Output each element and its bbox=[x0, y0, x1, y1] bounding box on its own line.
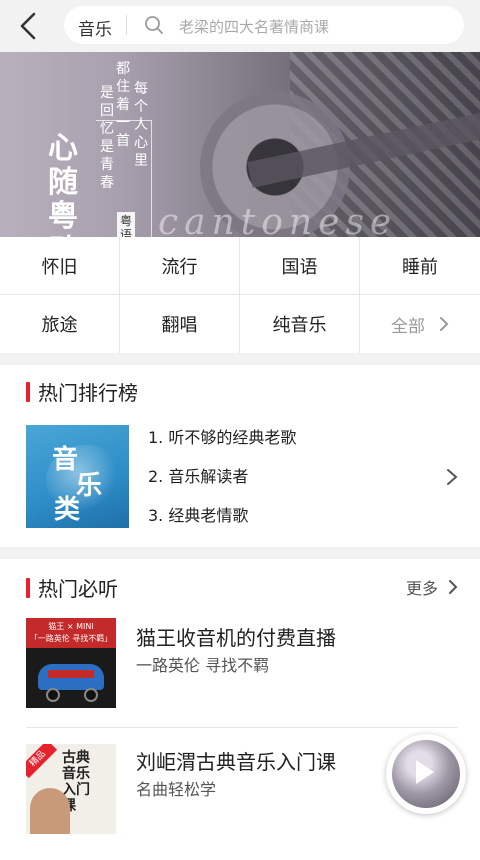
category-grid: 怀旧 流行 国语 睡前 旅途 翻唱 纯音乐 全部 bbox=[0, 237, 480, 353]
more-label: 更多 bbox=[405, 579, 438, 598]
search-separator bbox=[126, 15, 127, 35]
item-title: 猫王收音机的付费直播 bbox=[136, 626, 336, 650]
item-subtitle: 名曲轻松学 bbox=[136, 780, 217, 799]
section-accent-bar bbox=[26, 577, 30, 598]
category-item[interactable]: 翻唱 bbox=[120, 295, 240, 353]
category-label: 翻唱 bbox=[161, 315, 198, 336]
more-button[interactable]: 更多 bbox=[406, 575, 458, 599]
cover-car bbox=[38, 664, 104, 690]
category-item[interactable]: 怀旧 bbox=[0, 237, 120, 295]
category-label: 睡前 bbox=[402, 256, 438, 278]
divider bbox=[26, 727, 458, 728]
chevron-right-icon bbox=[449, 580, 458, 594]
banner-script-text: cantonese bbox=[158, 202, 398, 237]
cover-portrait bbox=[30, 788, 70, 834]
banner-title-char: 心 bbox=[48, 131, 78, 166]
category-label: 流行 bbox=[161, 256, 198, 278]
category-label: 国语 bbox=[281, 256, 318, 278]
category-label: 全部 bbox=[391, 316, 425, 337]
item-cover-image: 猫王 × MINI 「一路英伦 寻找不羁」 bbox=[26, 618, 116, 708]
section-gap bbox=[0, 353, 480, 365]
category-item[interactable]: 旅途 bbox=[0, 295, 120, 353]
chevron-right-icon[interactable] bbox=[446, 468, 458, 486]
section-gap bbox=[0, 547, 480, 559]
item-cover-image: 精品 古典音乐入门课 bbox=[26, 744, 116, 834]
banner-line-3: 是回忆是青春 bbox=[100, 85, 115, 191]
category-item[interactable]: 纯音乐 bbox=[240, 295, 360, 353]
category-item[interactable]: 流行 bbox=[120, 237, 240, 295]
cover-char: 音 bbox=[52, 445, 79, 475]
back-arrow-icon bbox=[20, 12, 36, 40]
ranking-item: 1. 听不够的经典老歌 bbox=[148, 428, 297, 447]
banner-title-char: 粤 bbox=[48, 199, 78, 234]
search-icon bbox=[145, 16, 163, 34]
ranking-section-header: 热门排行榜 bbox=[26, 377, 138, 406]
play-icon bbox=[416, 760, 434, 784]
cover-char: 类 bbox=[54, 495, 81, 525]
banner-line-1: 每个人心里 bbox=[134, 81, 149, 169]
ranking-item: 2. 音乐解读者 bbox=[148, 467, 249, 486]
category-label: 纯音乐 bbox=[272, 315, 327, 336]
banner-title-char: 随 bbox=[48, 165, 78, 200]
search-input[interactable]: 老梁的四大名著情商课 bbox=[179, 16, 329, 37]
banner-stamp: 粤语歌 bbox=[117, 212, 135, 237]
category-label: 怀旧 bbox=[41, 256, 78, 278]
section-title: 热门必听 bbox=[38, 577, 118, 601]
ranking-list[interactable]: 1. 听不够的经典老歌 2. 音乐解读者 3. 经典老情歌 bbox=[148, 425, 428, 542]
banner-line-2: 都住着一首 bbox=[116, 61, 131, 149]
banner-carousel[interactable]: 心 随 粤 动 每个人心里 都住着一首 是回忆是青春 粤语歌 cantonese… bbox=[0, 52, 480, 237]
category-item[interactable]: 睡前 bbox=[360, 237, 480, 295]
ranking-item: 3. 经典老情歌 bbox=[148, 506, 249, 525]
premium-badge: 精品 bbox=[26, 744, 58, 779]
banner-big-title: 心 随 粤 动 bbox=[48, 131, 82, 238]
mini-player-button[interactable] bbox=[386, 734, 466, 814]
category-all-button[interactable]: 全部 bbox=[360, 295, 480, 353]
section-accent-bar bbox=[26, 381, 30, 402]
item-subtitle: 一路英伦 寻找不羁 bbox=[136, 656, 270, 675]
cover-header: 猫王 × MINI 「一路英伦 寻找不羁」 bbox=[26, 618, 116, 648]
back-button[interactable] bbox=[8, 6, 48, 46]
section-title: 热门排行榜 bbox=[38, 381, 138, 405]
ranking-cover-image[interactable]: 音 乐 类 bbox=[26, 425, 129, 528]
list-item[interactable]: 猫王 × MINI 「一路英伦 寻找不羁」 猫王收音机的付费直播 一路英伦 寻找… bbox=[0, 610, 480, 730]
cover-header-line: 猫王 × MINI bbox=[48, 622, 94, 631]
cover-header-line: 「一路英伦 寻找不羁」 bbox=[29, 634, 113, 643]
chevron-right-icon bbox=[440, 317, 449, 331]
cover-wheel bbox=[84, 688, 98, 702]
category-item[interactable]: 国语 bbox=[240, 237, 360, 295]
search-bar[interactable]: 音乐 老梁的四大名著情商课 bbox=[64, 6, 464, 44]
cover-wheel bbox=[46, 688, 60, 702]
category-label: 旅途 bbox=[41, 315, 78, 336]
item-title: 刘岠渭古典音乐入门课 bbox=[136, 750, 336, 774]
search-category[interactable]: 音乐 bbox=[78, 15, 112, 40]
hot-section-header: 热门必听 bbox=[26, 573, 118, 602]
top-bar: 音乐 老梁的四大名著情商课 bbox=[0, 0, 480, 52]
